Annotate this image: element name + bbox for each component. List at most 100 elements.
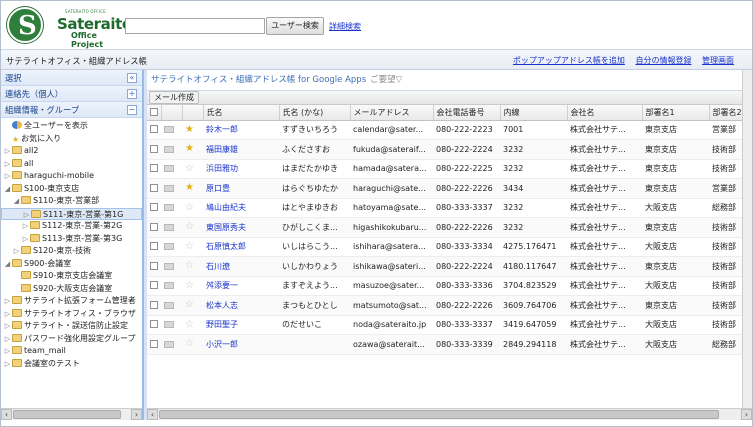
favorite-star-icon[interactable]: ★ <box>185 124 194 135</box>
scroll-thumb[interactable] <box>159 410 719 419</box>
row-checkbox[interactable] <box>150 320 158 329</box>
cell-name[interactable]: 鳩山由紀夫 <box>203 198 279 218</box>
main-vertical-scrollbar[interactable] <box>742 70 752 408</box>
cell-name[interactable]: 浜田雅功 <box>203 159 279 179</box>
favorite-star-icon[interactable]: ☆ <box>185 299 194 310</box>
scroll-right-icon[interactable]: › <box>741 409 752 420</box>
favorite-star-icon[interactable]: ☆ <box>185 260 194 271</box>
mail-icon[interactable] <box>164 204 174 212</box>
favorite-star-icon[interactable]: ☆ <box>185 319 194 330</box>
favorite-star-icon[interactable]: ☆ <box>185 202 194 213</box>
favorite-star-icon[interactable]: ☆ <box>185 338 194 349</box>
row-checkbox[interactable] <box>150 164 158 173</box>
table-row[interactable]: ☆ 松本人志 まつもとひとし matsumoto@sat... 080-222-2226… <box>147 295 752 316</box>
scroll-left-icon[interactable]: ‹ <box>1 409 12 420</box>
column-header[interactable] <box>147 105 162 121</box>
tree-toggle-icon[interactable]: ▷ <box>3 295 12 308</box>
mail-icon[interactable] <box>164 184 174 192</box>
cell-name[interactable]: 福田康雄 <box>203 139 279 160</box>
row-checkbox[interactable] <box>150 125 158 134</box>
tree-item[interactable]: ▷ S111-東京-営業-第1G <box>1 207 142 220</box>
register-my-info-link[interactable]: 自分の情報登録 <box>635 56 691 65</box>
column-header[interactable]: 会社名 <box>567 105 643 121</box>
add-popup-address-link[interactable]: ポップアップアドレス帳を追加 <box>513 56 625 65</box>
section-org-groups[interactable]: 組織情報・グループ − <box>1 102 142 118</box>
mail-icon[interactable] <box>164 262 174 270</box>
tree-item[interactable]: ▷ 会議室のテスト <box>1 358 142 371</box>
tree-toggle-icon[interactable]: ▷ <box>21 220 30 233</box>
tree-item[interactable]: ▷ all2 <box>1 145 142 158</box>
cell-name[interactable]: 石原慎太郎 <box>203 237 279 257</box>
tree-item[interactable]: ▷ サテライト・誤送信防止設定 <box>1 320 142 333</box>
favorite-star-icon[interactable]: ☆ <box>185 221 194 232</box>
tree-item[interactable]: ▷ haraguchi-mobile <box>1 170 142 183</box>
table-row[interactable]: ☆ 野田聖子 のだせいこ noda@sateraito.jp 080-333-3337 3… <box>147 315 752 335</box>
tree-item[interactable]: ▷ サテライトオフィス・ブラウザ <box>1 308 142 321</box>
tree-toggle-icon[interactable]: ◢ <box>3 258 12 271</box>
tree-item[interactable]: ◢ S100-東京支店 <box>1 183 142 196</box>
tree-item[interactable]: ◢ S110-東京-営業部 <box>1 195 142 208</box>
table-row[interactable]: ★ 原口豊 はらぐちゆたか haraguchi@sate... 080-222-2226… <box>147 178 752 199</box>
row-checkbox[interactable] <box>150 222 158 231</box>
column-header[interactable]: 内線 <box>500 105 568 121</box>
compose-mail-button[interactable]: メール作成 <box>149 91 199 104</box>
tree-item[interactable]: ▷ all <box>1 158 142 171</box>
mail-icon[interactable] <box>164 126 174 134</box>
tree-toggle-icon[interactable]: ▷ <box>21 233 30 246</box>
request-option[interactable]: ご要望▽ <box>370 75 402 85</box>
mail-icon[interactable] <box>164 223 174 231</box>
tree-toggle-icon[interactable]: ▷ <box>12 245 21 258</box>
scroll-thumb[interactable] <box>13 410 121 419</box>
mail-icon[interactable] <box>164 145 174 153</box>
sateraito-logo[interactable]: S <box>7 7 43 43</box>
favorite-star-icon[interactable]: ★ <box>185 143 194 154</box>
scroll-right-icon[interactable]: › <box>131 409 142 420</box>
section-select[interactable]: 選択 « <box>1 70 142 86</box>
favorite-star-icon[interactable]: ☆ <box>185 241 194 252</box>
tree-toggle-icon[interactable]: ▷ <box>3 345 12 358</box>
admin-link[interactable]: 管理画面 <box>702 56 734 65</box>
sidebar-horizontal-scrollbar[interactable]: ‹ › <box>1 408 142 420</box>
tree-item[interactable]: ▷ S112-東京-営業-第2G <box>1 220 142 233</box>
row-checkbox[interactable] <box>150 144 158 153</box>
table-row[interactable]: ☆ 石原慎太郎 いしはらこう... ishihara@satera... 080-333… <box>147 237 752 257</box>
tree-toggle-icon[interactable]: ▷ <box>3 145 12 158</box>
mail-icon[interactable] <box>164 165 174 173</box>
row-checkbox[interactable] <box>150 203 158 212</box>
table-row[interactable]: ★ 福田康雄 ふくださすお fukuda@sateraif... 080-222-222… <box>147 139 752 160</box>
favorite-star-icon[interactable]: ★ <box>185 182 194 193</box>
favorite-star-icon[interactable]: ☆ <box>185 163 194 174</box>
tree-toggle-icon[interactable]: ◢ <box>3 183 12 196</box>
cell-name[interactable]: 東国原秀夫 <box>203 217 279 238</box>
table-row[interactable]: ☆ 鳩山由紀夫 はとやまゆきお hatoyama@sate... 080-333-333… <box>147 198 752 218</box>
scroll-left-icon[interactable]: ‹ <box>147 409 158 420</box>
column-header[interactable]: メールアドレス <box>350 105 434 121</box>
column-header[interactable]: 氏名 (かな) <box>279 105 351 121</box>
select-all-checkbox[interactable] <box>150 107 158 116</box>
mail-icon[interactable] <box>164 321 174 329</box>
tree-item[interactable]: S920-大阪支店会議室 <box>1 283 142 296</box>
column-header[interactable] <box>182 105 204 121</box>
row-checkbox[interactable] <box>150 261 158 270</box>
column-header[interactable] <box>161 105 183 121</box>
tree-toggle-icon[interactable]: ▷ <box>3 308 12 321</box>
table-row[interactable]: ☆ 東国原秀夫 ひがしこくま... higashikokubaru... 080-222… <box>147 217 752 238</box>
user-search-button[interactable]: ユーザー検索 <box>266 17 324 35</box>
tree-item[interactable]: 全ユーザーを表示 <box>1 120 142 133</box>
row-checkbox[interactable] <box>150 281 158 290</box>
column-header[interactable]: 部署名1 <box>642 105 710 121</box>
favorite-star-icon[interactable]: ☆ <box>185 280 194 291</box>
mail-icon[interactable] <box>164 243 174 251</box>
collapse-icon[interactable]: − <box>127 105 137 115</box>
tree-toggle-icon[interactable]: ▷ <box>3 320 12 333</box>
section-personal-contacts[interactable]: 連絡先（個人） + <box>1 86 142 102</box>
cell-name[interactable]: 野田聖子 <box>203 315 279 335</box>
tree-toggle-icon[interactable]: ◢ <box>12 195 21 208</box>
row-checkbox[interactable] <box>150 242 158 251</box>
expand-icon[interactable]: + <box>127 89 137 99</box>
collapse-icon[interactable]: « <box>127 73 137 83</box>
mail-icon[interactable] <box>164 282 174 290</box>
row-checkbox[interactable] <box>150 300 158 309</box>
tree-item[interactable]: ▷ S113-東京-営業-第3G <box>1 233 142 246</box>
table-row[interactable]: ☆ 舛添要一 ますぞえよう... masuzoe@sater... 080-333-33… <box>147 276 752 296</box>
